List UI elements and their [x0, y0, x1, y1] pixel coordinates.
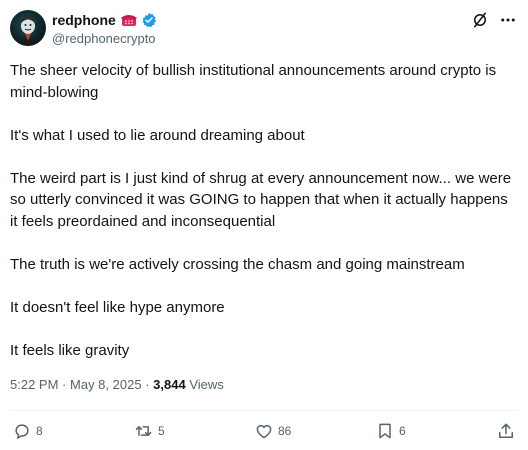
- display-name[interactable]: redphone: [52, 12, 116, 28]
- share-icon: [499, 423, 513, 438]
- meta-separator: ·: [62, 377, 67, 392]
- repost-button[interactable]: 5: [134, 421, 165, 441]
- tweet-paragraph: It doesn't feel like hype anymore: [10, 298, 225, 316]
- meta-separator: ·: [145, 377, 150, 392]
- more-icon[interactable]: [498, 10, 518, 30]
- telephone-emoji-icon: [120, 13, 138, 27]
- grok-icon[interactable]: [470, 10, 490, 30]
- bookmark-count: 6: [399, 424, 406, 438]
- repost-icon: [135, 426, 152, 436]
- views-count: 3,844: [153, 377, 186, 392]
- reply-button[interactable]: 8: [12, 421, 43, 441]
- avatar[interactable]: [10, 10, 46, 46]
- tweet-paragraph: It's what I used to lie around dreaming …: [10, 126, 305, 144]
- like-icon: [256, 424, 272, 439]
- tweet-paragraph: The sheer velocity of bullish institutio…: [10, 62, 497, 101]
- tweet-meta: 5:22 PM · May 8, 2025 · 3,844 Views: [10, 377, 224, 392]
- tweet-paragraph: The weird part is I just kind of shrug a…: [10, 169, 512, 230]
- reply-icon: [15, 424, 29, 439]
- author-block: redphone @redphonecrypto: [52, 11, 157, 46]
- top-actions: [470, 10, 518, 30]
- tweet-paragraph: It feels like gravity: [10, 341, 130, 359]
- action-bar: 8 5 86 6: [12, 421, 518, 443]
- repost-count: 5: [158, 424, 165, 438]
- like-count: 86: [278, 424, 292, 438]
- bookmark-button[interactable]: 6: [375, 421, 406, 441]
- author-handle[interactable]: @redphonecrypto: [52, 31, 157, 46]
- verified-badge-icon[interactable]: [141, 12, 157, 28]
- bookmark-icon: [379, 423, 391, 439]
- tweet-date[interactable]: May 8, 2025: [70, 377, 142, 392]
- tweet-paragraph: The truth is we're actively crossing the…: [10, 255, 465, 273]
- tweet-header: redphone @redphonecrypto: [10, 10, 518, 50]
- views-label: Views: [189, 377, 224, 392]
- tweet-time[interactable]: 5:22 PM: [10, 377, 58, 392]
- divider: [10, 410, 518, 411]
- share-button[interactable]: [496, 421, 516, 441]
- reply-count: 8: [36, 424, 43, 438]
- tweet-text: The sheer velocity of bullish institutio…: [10, 60, 516, 383]
- like-button[interactable]: 86: [254, 421, 291, 441]
